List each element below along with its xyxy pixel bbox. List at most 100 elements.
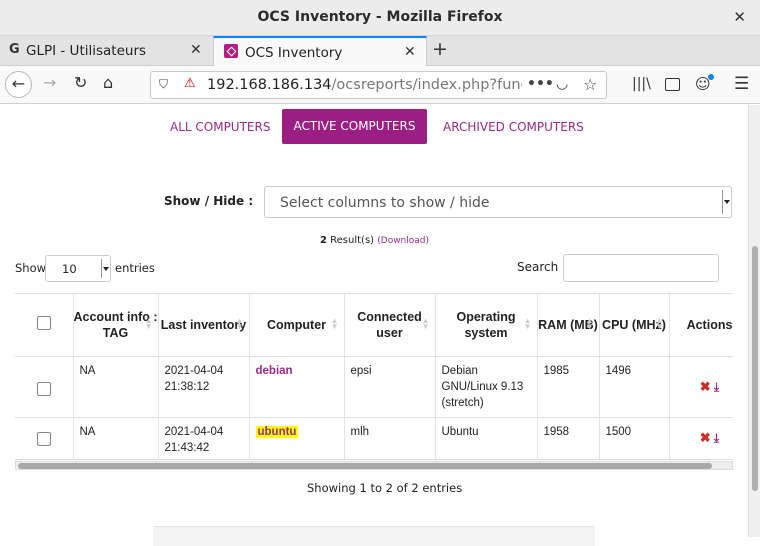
notification-dot <box>708 74 714 80</box>
entries-label: entries <box>115 261 155 275</box>
tab-ocs-inventory[interactable]: OCS Inventory ✕ <box>213 36 427 67</box>
row-checkbox[interactable] <box>36 431 51 446</box>
sort-icon: ▲ ▼ <box>144 316 153 331</box>
computers-table: Account info : TAG ▲ ▼ Last inventory ▲ ▼ Co… <box>15 293 733 463</box>
row-checkbox-cell <box>15 356 74 418</box>
sort-icon: ▲ ▼ <box>330 316 339 331</box>
page-scrollbar[interactable] <box>748 105 760 537</box>
header-last-inventory[interactable]: Last inventory ▲ ▼ <box>158 294 250 357</box>
scrollbar-thumb[interactable] <box>18 463 712 469</box>
tab-bar: G GLPI - Utilisateurs ✕ OCS Inventory ✕ … <box>0 36 760 67</box>
page-scrollbar-thumb[interactable] <box>752 246 758 491</box>
tab-close-icon[interactable]: ✕ <box>404 44 416 60</box>
page-content: ALL COMPUTERS ACTIVE COMPUTERS ARCHIVED … <box>0 105 748 546</box>
table-horizontal-scrollbar[interactable] <box>15 461 733 470</box>
header-operating-system[interactable]: Operating system ▲ ▼ <box>435 294 538 357</box>
tab-glpi-utilisateurs[interactable]: G GLPI - Utilisateurs ✕ <box>0 36 213 66</box>
sort-icon: ▲ ▼ <box>655 316 664 331</box>
download-icon[interactable]: ⤓ <box>714 431 719 445</box>
glpi-icon: G <box>9 42 20 57</box>
download-icon[interactable]: ⤓ <box>714 380 719 394</box>
select-all-checkbox[interactable] <box>36 315 51 330</box>
header-connected-user[interactable]: Connected user ▲ ▼ <box>344 294 436 357</box>
insecure-lock-icon[interactable]: ⚠ <box>184 76 196 91</box>
results-count: 2 Result(s) (Download) <box>320 235 429 246</box>
navigation-toolbar: ← → ↻ ⌂ ⛉ ⚠ 192.168.186.134/ocsreports/i… <box>0 66 760 104</box>
hamburger-menu-icon[interactable]: ☰ <box>734 74 749 94</box>
delete-icon[interactable]: ✖ <box>700 379 711 394</box>
header-computer[interactable]: Computer ▲ ▼ <box>249 294 345 357</box>
search-input[interactable] <box>563 254 719 282</box>
header-tag[interactable]: Account info : TAG ▲ ▼ <box>73 294 159 357</box>
column-select[interactable]: Select columns to show / hide <box>264 186 732 218</box>
cell-last-inventory: 2021-04-04 21:38:12 <box>158 356 250 418</box>
window-titlebar: OCS Inventory - Mozilla Firefox ✕ <box>0 0 760 36</box>
window-title: OCS Inventory - Mozilla Firefox <box>257 9 503 25</box>
cell-os: Ubuntu <box>435 417 538 460</box>
sort-icon: ▲ ▼ <box>523 316 532 331</box>
tab-active-computers[interactable]: ACTIVE COMPUTERS <box>282 109 427 144</box>
bottom-panel <box>153 526 595 546</box>
ocs-icon <box>224 44 238 58</box>
download-link[interactable]: (Download) <box>377 236 429 246</box>
cell-actions: ✖ ⤓ <box>669 356 733 418</box>
entries-per-page-value: 10 <box>62 262 77 276</box>
cell-last-inventory: 2021-04-04 21:43:42 <box>158 417 250 460</box>
tab-close-icon[interactable]: ✕ <box>190 42 202 58</box>
select-all-header <box>15 294 74 357</box>
table-info: Showing 1 to 2 of 2 entries <box>307 481 463 495</box>
search-label: Search : <box>517 260 567 274</box>
chevron-down-icon <box>722 190 730 214</box>
computer-link[interactable]: debian <box>256 365 293 377</box>
cell-cpu: 1496 <box>599 356 670 418</box>
page-actions-icon[interactable]: ••• <box>527 76 554 92</box>
library-icon[interactable]: |||\ <box>632 76 651 92</box>
sort-icon: ▲ ▼ <box>585 316 594 331</box>
cell-computer: ubuntu <box>249 417 345 460</box>
cell-user: epsi <box>344 356 436 418</box>
url-text[interactable]: 192.168.186.134/ocsreports/index.php?fun… <box>207 77 522 93</box>
tab-all-computers[interactable]: ALL COMPUTERS <box>170 120 270 134</box>
header-ram[interactable]: RAM (MB) ▲ ▼ <box>537 294 600 357</box>
header-cpu[interactable]: CPU (MHz) ▲ ▼ <box>599 294 670 357</box>
url-path: /ocsreports/index.php?function <box>331 77 522 93</box>
cell-computer: debian <box>249 356 345 418</box>
reload-icon[interactable]: ↻ <box>74 73 87 92</box>
sort-icon: ▲ ▼ <box>235 316 244 331</box>
cell-tag: NA <box>73 356 159 418</box>
table-header-row: Account info : TAG ▲ ▼ Last inventory ▲ ▼ Co… <box>15 294 733 357</box>
cell-os: Debian GNU/Linux 9.13 (stretch) <box>435 356 538 418</box>
pocket-icon[interactable]: ◡ <box>556 76 568 92</box>
show-hide-label: Show / Hide : <box>164 194 254 208</box>
new-tab-icon[interactable]: + <box>432 38 448 60</box>
tracking-shield-icon[interactable]: ⛉ <box>159 77 168 92</box>
bookmark-star-icon[interactable]: ☆ <box>583 75 597 94</box>
computer-link[interactable]: ubuntu <box>255 425 299 438</box>
cell-ram: 1958 <box>537 417 600 460</box>
chevron-down-icon <box>101 259 109 278</box>
cell-tag: NA <box>73 417 159 460</box>
back-arrow-icon[interactable]: ← <box>5 71 32 98</box>
table-row: NA 2021-04-04 21:38:12 debian epsi Debia… <box>15 356 733 418</box>
entries-per-page-select[interactable]: 10 <box>45 255 111 282</box>
cell-cpu: 1500 <box>599 417 670 460</box>
row-checkbox[interactable] <box>36 381 51 396</box>
url-bar[interactable]: ⛉ ⚠ 192.168.186.134/ocsreports/index.php… <box>150 71 607 99</box>
result-text: Result(s) <box>326 235 378 246</box>
cell-user: mlh <box>344 417 436 460</box>
forward-arrow-icon[interactable]: → <box>43 73 56 92</box>
sort-icon: ▲ ▼ <box>421 316 430 331</box>
header-actions: Actions <box>669 294 733 357</box>
tab-archived-computers[interactable]: ARCHIVED COMPUTERS <box>443 120 584 134</box>
sidebar-icon[interactable] <box>665 78 680 91</box>
row-checkbox-cell <box>15 417 74 460</box>
result-number: 2 <box>320 235 327 246</box>
delete-icon[interactable]: ✖ <box>700 430 711 445</box>
table-row: NA 2021-04-04 21:43:42 ubuntu mlh Ubuntu… <box>15 417 733 460</box>
cell-ram: 1985 <box>537 356 600 418</box>
tab-label: OCS Inventory <box>245 45 343 61</box>
home-icon[interactable]: ⌂ <box>103 73 113 92</box>
window-close-icon[interactable]: ✕ <box>733 8 746 26</box>
url-host: 192.168.186.134 <box>207 77 332 93</box>
tab-label: GLPI - Utilisateurs <box>26 43 147 59</box>
